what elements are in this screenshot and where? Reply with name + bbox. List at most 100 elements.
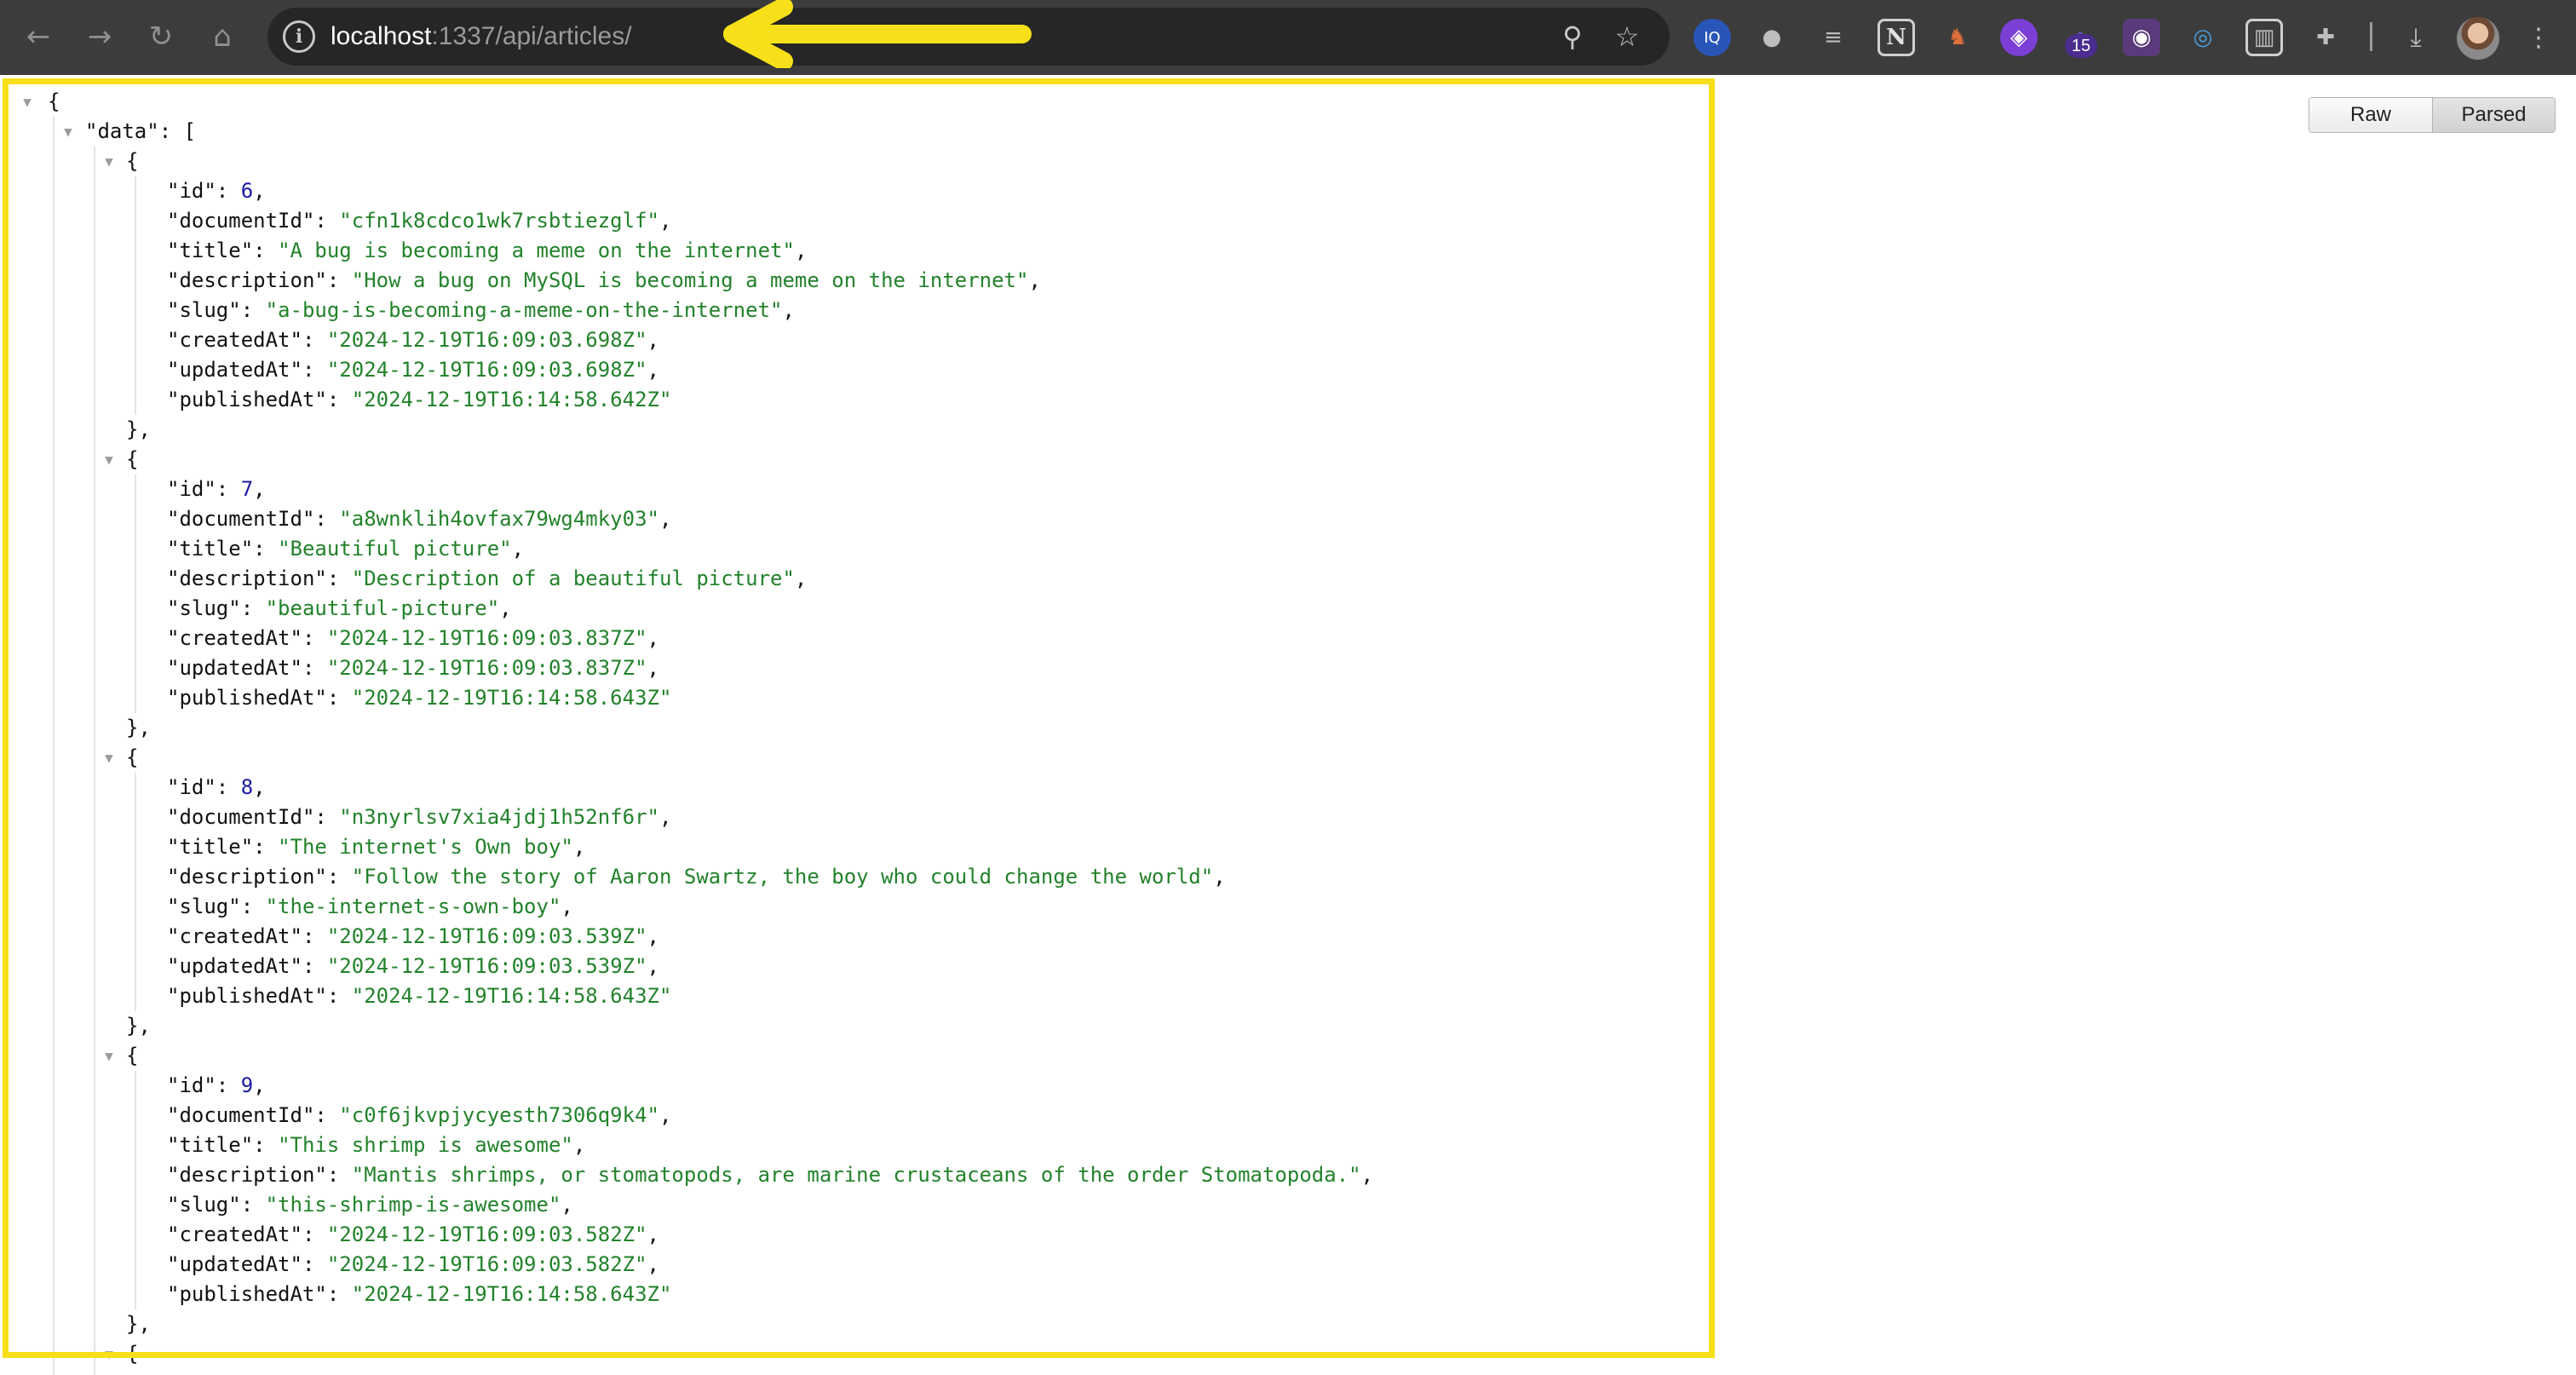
json-field-title: "title": "Beautiful picture", (0, 534, 1704, 564)
json-token: , (658, 1103, 672, 1127)
json-token: : (302, 328, 327, 352)
json-value-createdAt: "2024-12-19T16:09:03.837Z" (326, 626, 647, 650)
collapse-toggle-icon[interactable]: ▼ (101, 445, 118, 475)
back-arrow-icon[interactable]: ← (14, 12, 63, 61)
json-viewer: Raw Parsed ▼{▼ "data": [▼{"id": 6, "docume… (0, 75, 2576, 1375)
json-token: : (253, 1133, 279, 1157)
extension-fox-icon[interactable]: ♞ (1939, 19, 1976, 56)
download-icon[interactable]: ⤓ (2397, 19, 2435, 56)
json-value-createdAt: "2024-12-19T16:09:03.698Z" (326, 328, 647, 352)
json-token: : (326, 268, 352, 292)
json-token: , (647, 626, 659, 650)
json-object-open: ▼{ (0, 445, 1704, 475)
json-key: "documentId" (167, 209, 315, 233)
json-token: : (326, 1163, 352, 1187)
extensions-puzzle-icon[interactable]: ✚ (2307, 19, 2344, 56)
collapse-toggle-icon[interactable]: ▼ (19, 87, 36, 117)
extension-blue-icon[interactable]: IQ (1693, 19, 1731, 56)
json-token: , (794, 567, 808, 590)
json-token: : (326, 567, 352, 590)
json-value-slug: "a-bug-is-becoming-a-meme-on-the-interne… (265, 298, 783, 322)
forward-arrow-icon[interactable]: → (75, 12, 124, 61)
json-token: : (253, 835, 279, 859)
site-info-icon[interactable]: i (283, 20, 315, 53)
extension-bulb-icon[interactable]: ● (1753, 19, 1791, 56)
notion-icon[interactable]: N (1877, 19, 1915, 56)
json-token: }, (126, 1312, 151, 1336)
extension-face-icon[interactable]: ◉ (2123, 19, 2160, 56)
json-field-publishedAt: "publishedAt": "2024-12-19T16:14:58.643Z… (0, 981, 1704, 1011)
json-token: : (240, 895, 266, 918)
parsed-button[interactable]: Parsed (2432, 98, 2555, 132)
home-icon[interactable]: ⌂ (198, 12, 247, 61)
json-token: , (647, 328, 659, 352)
annotation-arrow (723, 0, 1032, 68)
json-token: , (253, 1073, 266, 1097)
extension-purple-icon[interactable]: ◈ (2000, 19, 2038, 56)
json-token: : (302, 954, 327, 978)
json-token: : (302, 358, 327, 382)
json-token: , (647, 954, 659, 978)
json-token: : (326, 1282, 352, 1306)
json-object-open: ▼{ (0, 1339, 1704, 1369)
json-field-description: "description": "Description of a beautif… (0, 564, 1704, 594)
json-key: "title" (167, 835, 254, 859)
json-token: }, (126, 417, 151, 441)
json-token: { (126, 447, 139, 471)
menu-kebab-icon[interactable]: ⋮ (2520, 19, 2557, 56)
json-value-id: 7 (240, 477, 254, 501)
json-token: , (782, 298, 795, 322)
collapse-toggle-icon[interactable]: ▼ (101, 743, 118, 773)
json-key: "publishedAt" (167, 686, 327, 710)
reload-icon[interactable]: ↻ (136, 12, 186, 61)
json-token: : (302, 656, 327, 680)
json-key: "description" (167, 268, 327, 292)
collapse-toggle-icon[interactable]: ▼ (101, 1339, 118, 1369)
bookmark-star-icon[interactable]: ☆ (1607, 16, 1647, 57)
json-token: , (647, 924, 659, 948)
json-object-open: ▼{ (0, 743, 1704, 773)
json-value-updatedAt: "2024-12-19T16:09:03.698Z" (326, 358, 647, 382)
json-key: "description" (167, 865, 327, 889)
json-token: { (126, 1044, 139, 1067)
json-value-createdAt: "2024-12-19T16:09:03.539Z" (326, 924, 647, 948)
json-token: : (326, 865, 352, 889)
json-field-updatedAt: "updatedAt": "2024-12-19T16:09:03.837Z", (0, 653, 1704, 683)
json-field-description: "description": "How a bug on MySQL is be… (0, 266, 1704, 296)
json-punct: : [ (158, 119, 197, 143)
json-token: : (302, 626, 327, 650)
extension-trash-icon[interactable]: ▥ (2245, 19, 2283, 56)
json-token: , (561, 1193, 573, 1217)
json-key: "publishedAt" (167, 984, 327, 1008)
json-key: "documentId" (167, 507, 315, 531)
json-value-createdAt: "2024-12-19T16:09:03.582Z" (326, 1223, 647, 1246)
extension-search-icon[interactable]: ◎ (2184, 19, 2222, 56)
collapse-toggle-icon[interactable]: ▼ (101, 1041, 118, 1071)
json-value-id: 6 (240, 179, 254, 203)
json-value-title: "Beautiful picture" (278, 537, 512, 561)
json-value-updatedAt: "2024-12-19T16:09:03.837Z" (326, 656, 647, 680)
json-value-description: "Description of a beautiful picture" (351, 567, 795, 590)
collapse-toggle-icon[interactable]: ▼ (60, 117, 77, 147)
json-key: "slug" (167, 298, 241, 322)
indent-guide (53, 117, 55, 1375)
json-token: , (511, 537, 525, 561)
collapse-toggle-icon[interactable]: ▼ (101, 147, 118, 176)
json-key: "updatedAt" (167, 358, 302, 382)
zoom-icon[interactable]: ⚲ (1552, 16, 1593, 57)
url-text[interactable]: localhost:1337/api/articles/ (331, 8, 632, 66)
raw-button[interactable]: Raw (2309, 98, 2432, 132)
profile-avatar[interactable] (2457, 17, 2499, 60)
json-token: , (1213, 865, 1226, 889)
extension-list-icon[interactable]: ≡ (1814, 19, 1852, 56)
url-host: localhost (331, 22, 432, 50)
json-key: "title" (167, 1133, 254, 1157)
json-field-slug: "slug": "the-internet-s-own-boy", (0, 892, 1704, 922)
json-key: "id" (167, 477, 216, 501)
extension-badge: 15 (2065, 34, 2097, 58)
json-token: , (658, 209, 672, 233)
json-object-close: }, (0, 415, 1704, 445)
json-token: , (499, 596, 512, 620)
json-value-title: "The internet's Own boy" (278, 835, 573, 859)
json-token: , (253, 775, 266, 799)
